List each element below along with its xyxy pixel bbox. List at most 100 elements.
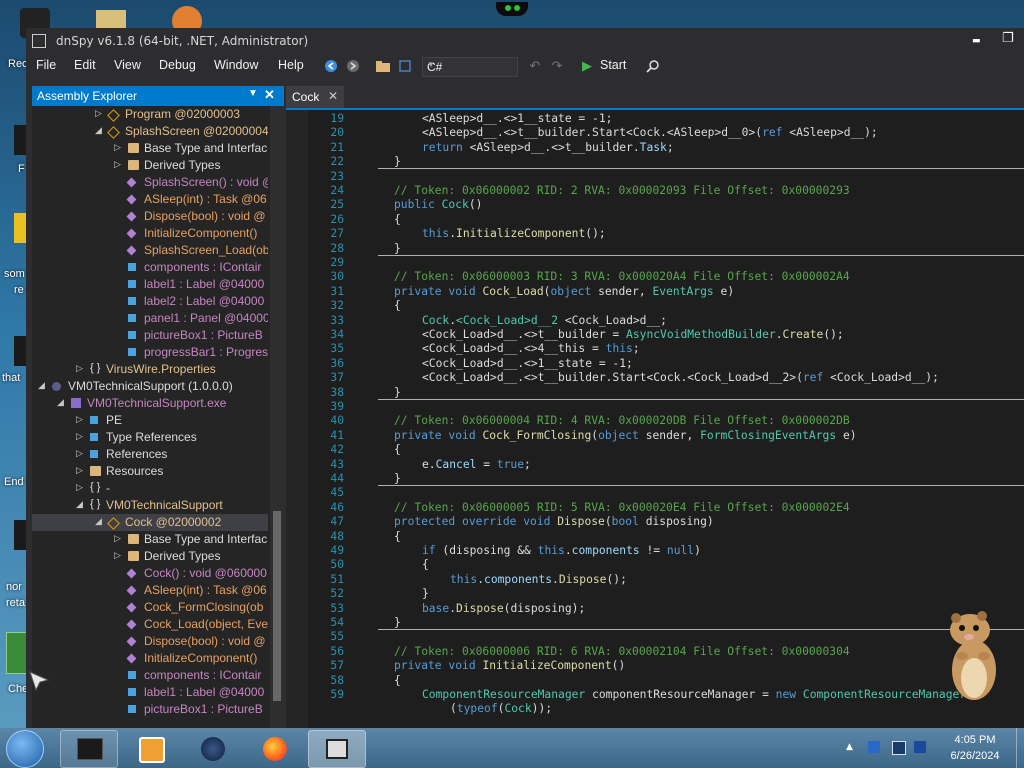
tree-item[interactable]: ◢ { } VM0TechnicalSupport — [32, 497, 268, 514]
minimize-icon[interactable]: ▬ — [972, 36, 981, 46]
menu-window[interactable]: Window — [214, 58, 258, 72]
taskbar-app-browser[interactable] — [184, 730, 242, 768]
tree-item[interactable]: ▷ Base Type and Interfac — [32, 140, 268, 157]
menu-file[interactable]: File — [36, 58, 56, 72]
code-view[interactable]: 19 <ASleep>d__.<>1__state = -1; 20 <ASleep>… — [308, 110, 1024, 728]
taskbar-app-media[interactable] — [122, 730, 180, 768]
close-icon[interactable]: ✕ — [264, 87, 275, 103]
tree-item[interactable]: Cock() : void @060000 — [32, 565, 268, 582]
tree-item[interactable]: panel1 : Panel @04000 — [32, 310, 268, 327]
collapsed-arrow-icon[interactable]: ▷ — [114, 533, 121, 544]
tree-item[interactable]: ASleep(int) : Task @06 — [32, 582, 268, 599]
code-text: <Cock_Load>d__.<>4__this = this; — [422, 342, 640, 356]
tree-item[interactable]: InitializeComponent() — [32, 225, 268, 242]
collapsed-arrow-icon[interactable]: ▷ — [76, 482, 83, 493]
open-list-icon[interactable] — [396, 57, 414, 75]
tree-item[interactable]: ▷ Type References — [32, 429, 268, 446]
restore-icon[interactable]: ❐ — [1002, 31, 1014, 46]
collapsed-arrow-icon[interactable]: ▷ — [95, 108, 102, 119]
tree-item[interactable]: ▷ Derived Types — [32, 157, 268, 174]
tree-item[interactable]: SplashScreen() : void @ — [32, 174, 268, 191]
tree-item[interactable]: SplashScreen_Load(ob — [32, 242, 268, 259]
tree-item[interactable]: Dispose(bool) : void @ — [32, 208, 268, 225]
scrollbar-thumb[interactable] — [273, 511, 281, 701]
expanded-arrow-icon[interactable]: ◢ — [76, 499, 83, 510]
tree-item[interactable]: ◢ VM0TechnicalSupport.exe — [32, 395, 268, 412]
tree-scrollbar[interactable] — [270, 106, 284, 728]
collapsed-arrow-icon[interactable]: ▷ — [76, 414, 83, 425]
tree-item[interactable]: ▷ { } - — [32, 480, 268, 497]
tree-item[interactable]: label1 : Label @04000 — [32, 684, 268, 701]
assembly-tree[interactable]: ▷ Program @02000003 ◢ SplashScreen @0200000… — [32, 106, 268, 728]
tree-item[interactable]: ASleep(int) : Task @06 — [32, 191, 268, 208]
collapsed-arrow-icon[interactable]: ▷ — [76, 448, 83, 459]
tree-item[interactable]: ▷ { } VirusWire.Properties — [32, 361, 268, 378]
tab-cock[interactable]: Cock ✕ — [286, 86, 344, 108]
collapsed-arrow-icon[interactable]: ▷ — [114, 159, 121, 170]
forward-icon[interactable] — [344, 57, 362, 75]
taskbar-app-firefox[interactable] — [246, 730, 304, 768]
tree-item[interactable]: Cock_Load(object, Eve — [32, 616, 268, 633]
menu-debug[interactable]: Debug — [159, 58, 196, 72]
tree-item[interactable]: ◢ VM0TechnicalSupport (1.0.0.0) — [32, 378, 268, 395]
collapsed-arrow-icon[interactable]: ▷ — [76, 465, 83, 476]
tree-item[interactable]: pictureBox1 : PictureB — [32, 701, 268, 718]
network-icon[interactable] — [868, 741, 880, 753]
tree-item[interactable]: ▷ References — [32, 446, 268, 463]
collapsed-arrow-icon[interactable]: ▷ — [114, 550, 121, 561]
tree-item[interactable]: ◢ Cock @02000002 — [32, 514, 268, 531]
tree-item[interactable]: ▷ Derived Types — [32, 548, 268, 565]
tree-item[interactable]: Dispose(bool) : void @ — [32, 633, 268, 650]
dropdown-icon[interactable]: ▼ — [248, 88, 258, 99]
show-desktop-button[interactable] — [1016, 728, 1024, 768]
tree-item[interactable]: ◢ SplashScreen @02000004 — [32, 123, 268, 140]
tree-item[interactable]: label1 : Label @04000 — [32, 276, 268, 293]
collapsed-arrow-icon[interactable]: ▷ — [114, 142, 121, 153]
menu-help[interactable]: Help — [278, 58, 304, 72]
tree-item[interactable]: InitializeComponent() — [32, 650, 268, 667]
start-play-icon[interactable]: ▶ — [578, 57, 596, 75]
redo-icon[interactable]: ↷ — [548, 57, 566, 75]
tree-item[interactable]: progressBar1 : Progres — [32, 344, 268, 361]
file-icon[interactable] — [14, 125, 26, 155]
language-select[interactable]: C# ▼ — [422, 57, 518, 77]
menu-view[interactable]: View — [114, 58, 141, 72]
expanded-arrow-icon[interactable]: ◢ — [57, 397, 64, 408]
tree-item[interactable]: Cock_FormClosing(ob — [32, 599, 268, 616]
close-tab-icon[interactable]: ✕ — [328, 89, 338, 103]
tree-item[interactable]: label2 : Label @04000 — [32, 293, 268, 310]
title-bar[interactable]: dnSpy v6.1.8 (64-bit, .NET, Administrato… — [26, 28, 1024, 54]
collapsed-arrow-icon[interactable]: ▷ — [76, 363, 83, 374]
start-orb-icon[interactable] — [6, 730, 44, 768]
tree-item[interactable]: components : IContair — [32, 259, 268, 276]
start-button[interactable]: Start — [600, 58, 626, 72]
file-icon[interactable] — [14, 520, 26, 550]
volume-icon[interactable] — [914, 741, 926, 753]
expanded-arrow-icon[interactable]: ◢ — [38, 380, 45, 391]
search-icon[interactable] — [644, 57, 662, 75]
tree-item[interactable]: ▷ Resources — [32, 463, 268, 480]
system-clock[interactable]: 4:05 PM 6/26/2024 — [944, 732, 1006, 764]
file-icon[interactable] — [6, 632, 28, 674]
collapsed-arrow-icon[interactable]: ▷ — [76, 431, 83, 442]
taskbar-app-terminal[interactable] — [60, 730, 118, 768]
expanded-arrow-icon[interactable]: ◢ — [95, 516, 102, 527]
back-icon[interactable] — [322, 57, 340, 75]
line-number: 34 — [330, 328, 344, 341]
show-hidden-icons-icon[interactable]: ▲ — [846, 742, 858, 754]
tree-item[interactable]: ▷ Program @02000003 — [32, 106, 268, 123]
action-center-icon[interactable] — [892, 741, 906, 755]
tree-item[interactable]: ▷ Base Type and Interfac — [32, 531, 268, 548]
app-window-icon[interactable] — [32, 34, 46, 48]
file-icon[interactable] — [14, 336, 26, 366]
class-icon — [107, 517, 120, 530]
tree-item[interactable]: components : IContair — [32, 667, 268, 684]
file-icon[interactable] — [14, 213, 26, 243]
undo-icon[interactable]: ↶ — [526, 57, 544, 75]
expanded-arrow-icon[interactable]: ◢ — [95, 125, 102, 136]
tree-item[interactable]: pictureBox1 : PictureB — [32, 327, 268, 344]
open-folder-icon[interactable] — [374, 57, 392, 75]
menu-edit[interactable]: Edit — [74, 58, 96, 72]
taskbar-app-dnspy[interactable] — [308, 730, 366, 768]
tree-item[interactable]: ▷ PE — [32, 412, 268, 429]
